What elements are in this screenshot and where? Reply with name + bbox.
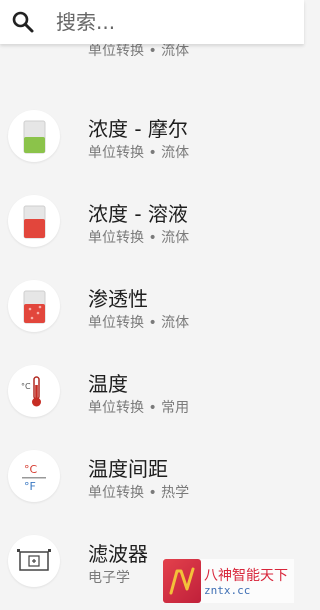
search-bar [0,0,304,44]
item-subtitle: 单位转换 • 热学 [88,485,190,501]
item-title: 温度间距 [88,457,168,481]
item-title: 浓度 - 摩尔 [88,117,188,141]
icon-circle [8,110,60,162]
item-subtitle: 电子学 [88,570,130,586]
icon-circle [8,280,60,332]
list-item[interactable]: °C °F 温度间距 单位转换 • 热学 [0,434,304,519]
icon-circle: °C °F [8,450,60,502]
green-beaker-icon [23,120,46,154]
search-input[interactable] [56,7,286,37]
svg-text:°C: °C [24,463,38,476]
watermark-url: zntx.cc [204,584,251,597]
item-subtitle: 单位转换 • 流体 [88,315,190,331]
item-title: 渗透性 [88,287,148,311]
thermometer-icon: °C [21,376,41,407]
watermark-text: 八神智能天下 [204,568,288,584]
item-subtitle: 单位转换 • 常用 [88,400,190,416]
watermark-logo-icon [163,559,201,603]
item-subtitle: 单位转换 • 流体 [88,145,190,161]
icon-circle [8,535,60,587]
list-item[interactable]: °C 温度 单位转换 • 常用 [0,349,304,434]
list-item[interactable]: 浓度 - 溶液 单位转换 • 流体 [0,179,304,264]
svg-text:°F: °F [24,480,36,493]
list-item[interactable]: 渗透性 单位转换 • 流体 [0,264,304,349]
item-title: 滤波器 [88,542,148,566]
svg-text:°C: °C [21,382,31,391]
item-title: 温度 [88,372,128,396]
celsius-fahrenheit-icon: °C °F [22,463,46,493]
search-icon[interactable] [10,9,36,35]
watermark: 八神智能天下 zntx.cc [163,559,294,603]
particle-beaker-icon [23,290,46,324]
icon-circle: °C [8,365,60,417]
item-subtitle: 单位转换 • 流体 [88,230,190,246]
red-beaker-icon [23,205,46,239]
list-item[interactable]: 浓度 - 摩尔 单位转换 • 流体 [0,94,304,179]
tool-list: 单位转换 • 流体 浓度 - 摩尔 单位转换 • 流体 浓度 - 溶液 单位转换… [0,0,304,610]
item-title: 浓度 - 溶液 [88,202,188,226]
filter-circuit-icon [17,549,51,571]
icon-circle [8,195,60,247]
